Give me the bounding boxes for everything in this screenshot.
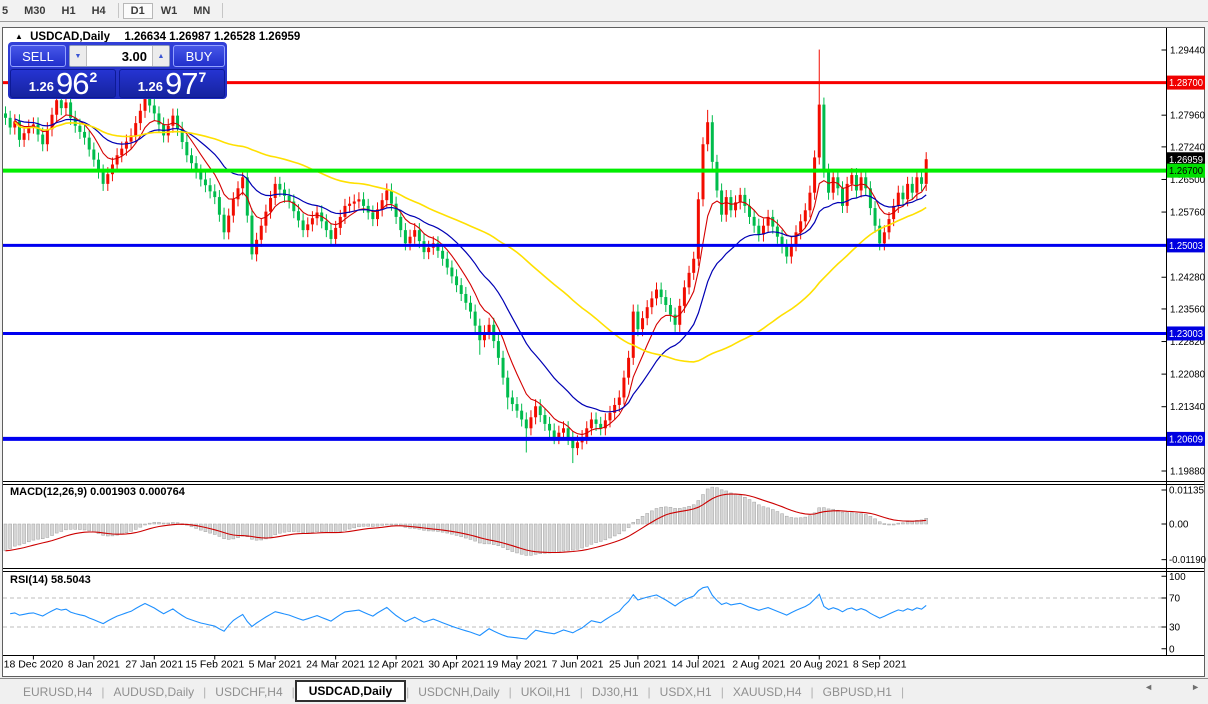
svg-text:19 May 2021: 19 May 2021	[487, 659, 548, 671]
buy-price-fraction: 7	[198, 69, 207, 85]
macd-indicator-label: MACD(12,26,9) 0.001903 0.000764	[10, 486, 185, 498]
volume-value[interactable]: 3.00	[87, 46, 152, 66]
buy-price-pips: 97	[165, 66, 198, 101]
one-click-trading-panel: SELL ▼ 3.00 ▲ BUY 1.26 96 2 1.26 97 7	[8, 42, 227, 99]
svg-text:0: 0	[1169, 644, 1175, 655]
sell-price-base: 1.26	[28, 79, 55, 94]
svg-text:8 Sep 2021: 8 Sep 2021	[853, 659, 907, 671]
tab-scroll-arrows: ◄ ►	[1144, 682, 1200, 692]
svg-text:14 Jul 2021: 14 Jul 2021	[671, 659, 725, 671]
tab-scroll-left-button[interactable]: ◄	[1144, 682, 1153, 692]
svg-text:1.29440: 1.29440	[1170, 46, 1205, 57]
tab-GBPUSD-H1[interactable]: GBPUSD,H1	[814, 682, 901, 702]
svg-text:1.26700: 1.26700	[1169, 166, 1203, 177]
svg-text:1.27960: 1.27960	[1170, 111, 1205, 122]
tab-separator: |	[900, 684, 905, 699]
tab-XAUUSD-H4[interactable]: XAUUSD,H4	[724, 682, 811, 702]
svg-text:1.25003: 1.25003	[1169, 241, 1203, 252]
tab-EURUSD-H4[interactable]: EURUSD,H4	[14, 682, 101, 702]
svg-text:18 Dec 2020: 18 Dec 2020	[4, 659, 64, 671]
svg-text:12 Apr 2021: 12 Apr 2021	[368, 659, 425, 671]
svg-text:0.01135: 0.01135	[1169, 485, 1204, 496]
svg-text:2 Aug 2021: 2 Aug 2021	[732, 659, 785, 671]
volume-stepper: ▼ 3.00 ▲	[69, 45, 170, 67]
svg-text:1.22080: 1.22080	[1170, 370, 1205, 381]
tab-USDCNH-Daily[interactable]: USDCNH,Daily	[409, 682, 508, 702]
buy-price-base: 1.26	[137, 79, 164, 94]
svg-text:30: 30	[1169, 623, 1181, 634]
buy-price-display[interactable]: 1.26 97 7	[119, 66, 225, 101]
svg-text:1.19880: 1.19880	[1170, 467, 1205, 478]
svg-text:7 Jun 2021: 7 Jun 2021	[551, 659, 603, 671]
tab-USDCAD-Daily[interactable]: USDCAD,Daily	[294, 679, 407, 702]
tab-UKOil-H1[interactable]: UKOil,H1	[512, 682, 580, 702]
svg-text:27 Jan 2021: 27 Jan 2021	[125, 659, 183, 671]
svg-text:20 Aug 2021: 20 Aug 2021	[790, 659, 849, 671]
svg-text:24 Mar 2021: 24 Mar 2021	[306, 659, 365, 671]
tab-USDX-H1[interactable]: USDX,H1	[651, 682, 721, 702]
sell-price-pips: 96	[56, 66, 89, 101]
symbol-tab-bar: EURUSD,H4 | AUDUSD,Daily | USDCHF,H4 | USDCAD,…	[0, 678, 1208, 704]
rsi-indicator-label: RSI(14) 58.5043	[10, 574, 91, 586]
collapse-triangle-icon: ▲	[15, 32, 23, 41]
svg-text:1.21340: 1.21340	[1170, 402, 1205, 413]
svg-text:25 Jun 2021: 25 Jun 2021	[609, 659, 667, 671]
svg-text:70: 70	[1169, 594, 1181, 605]
svg-text:0.00: 0.00	[1169, 520, 1189, 531]
sell-price-display[interactable]: 1.26 96 2	[10, 66, 116, 101]
svg-text:1.25760: 1.25760	[1170, 208, 1205, 219]
tab-USDCHF-H4[interactable]: USDCHF,H4	[206, 682, 291, 702]
svg-text:5 Mar 2021: 5 Mar 2021	[249, 659, 302, 671]
svg-text:1.20609: 1.20609	[1169, 434, 1203, 445]
svg-text:30 Apr 2021: 30 Apr 2021	[428, 659, 485, 671]
sell-button[interactable]: SELL	[10, 45, 66, 67]
svg-text:1.23003: 1.23003	[1169, 329, 1203, 340]
volume-increase-button[interactable]: ▲	[152, 46, 169, 66]
svg-text:1.24280: 1.24280	[1170, 273, 1205, 284]
tab-DJ30-H1[interactable]: DJ30,H1	[583, 682, 648, 702]
svg-text:8 Jan 2021: 8 Jan 2021	[68, 659, 120, 671]
tab-scroll-right-button[interactable]: ►	[1191, 682, 1200, 692]
svg-text:1.27240: 1.27240	[1170, 142, 1205, 153]
svg-text:15 Feb 2021: 15 Feb 2021	[185, 659, 244, 671]
buy-button[interactable]: BUY	[173, 45, 225, 67]
svg-text:100: 100	[1169, 572, 1186, 583]
sell-price-fraction: 2	[89, 69, 98, 85]
tab-AUDUSD-Daily[interactable]: AUDUSD,Daily	[104, 682, 203, 702]
svg-text:-0.01190: -0.01190	[1169, 555, 1206, 566]
svg-text:1.23560: 1.23560	[1170, 304, 1205, 315]
svg-text:1.28700: 1.28700	[1169, 78, 1203, 89]
volume-decrease-button[interactable]: ▼	[70, 46, 87, 66]
chart-canvas[interactable]: 1.294401.279601.272401.265001.257601.242…	[0, 0, 1208, 704]
